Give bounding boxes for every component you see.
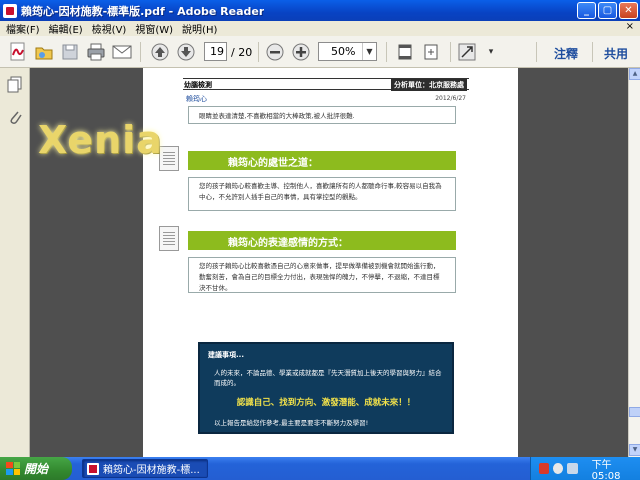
toolbar-separator [536, 42, 537, 62]
section-header-bar: 賴筠心的表達感情的方式： [188, 231, 456, 250]
clock: 下午 05:08 [591, 459, 621, 480]
zoom-select[interactable]: 50% ▼ [318, 42, 377, 61]
pdf-page: 幼腦檢測 分析單位：北京服務處 賴筠心 2012/6/27 眼睛並表達清楚,不喜… [143, 68, 518, 457]
start-label: 開始 [24, 462, 49, 476]
menu-view[interactable]: 檢視(V) [90, 21, 134, 36]
security-tray-icon[interactable] [553, 463, 564, 474]
page-total: / 20 [231, 46, 253, 59]
previous-page-icon[interactable] [148, 41, 172, 63]
section-title-2: 賴筠心的表達感情的方式： [228, 238, 348, 249]
comment-button[interactable]: 注釋 [554, 45, 578, 62]
advice-box: 建議事項... 人的未來，不論品德、學業或成就都是『先天潛質加上後天的學習與努力… [198, 342, 454, 434]
fit-page-icon[interactable] [420, 41, 442, 63]
system-tray: 下午 05:08 [530, 457, 640, 480]
volume-tray-icon[interactable] [567, 463, 578, 474]
toolbar-separator [592, 42, 593, 62]
fragment-text: 眼睛並表達清楚,不喜歡相當的大棒政策,被人批評很難. [199, 112, 355, 120]
menu-file[interactable]: 檔案(F) [4, 21, 47, 36]
taskbar-item-adobe-reader[interactable]: 賴筠心-因材施教-標... [82, 459, 208, 478]
section-text-2: 您的孩子賴筠心比較喜歡憑自己的心意來做事，提早做準備被到機會就開始進行動，勤奮刻… [199, 262, 440, 292]
scroll-down-icon[interactable]: ▼ [629, 444, 640, 456]
section-text-box-1: 您的孩子賴筠心較喜歡主導、控制他人，喜歡讓所有的人都聽命行事,較容易以自我為中心… [188, 177, 456, 211]
section-title-1: 賴筠心的處世之道： [228, 158, 318, 169]
section-text-box-2: 您的孩子賴筠心比較喜歡憑自己的心意來做事，提早做準備被到機會就開始進行動，勤奮刻… [188, 257, 456, 293]
section-header-bar: 賴筠心的處世之道： [188, 151, 456, 170]
report-header-bar: 幼腦檢測 分析單位：北京服務處 [183, 78, 469, 91]
page-number-input[interactable]: 19 [204, 42, 227, 61]
fit-width-icon[interactable] [394, 41, 416, 63]
document-viewport[interactable]: 幼腦檢測 分析單位：北京服務處 賴筠心 2012/6/27 眼睛並表達清楚,不喜… [30, 68, 628, 457]
scroll-thumb[interactable] [629, 407, 640, 417]
zoom-value: 50% [331, 45, 356, 58]
report-date: 2012/6/27 [435, 95, 466, 102]
menu-window[interactable]: 視窗(W) [133, 21, 180, 36]
adobe-reader-icon [3, 3, 17, 18]
toolbar-separator [258, 42, 259, 62]
window-title: 賴筠心-因材施教-標準版.pdf - Adobe Reader [21, 4, 265, 18]
windows-logo-icon [6, 462, 20, 475]
toolbar-options-icon[interactable]: ▾ [484, 41, 498, 63]
taskbar-item-label: 賴筠心-因材施教-標... [103, 465, 200, 476]
menu-close-document[interactable]: × [626, 21, 634, 32]
report-header-title: 幼腦檢測 [184, 81, 212, 89]
toolbar: 19 / 20 50% ▼ ▾ 注釋 共用 [0, 36, 640, 68]
full-screen-icon[interactable] [456, 41, 478, 63]
chevron-down-icon[interactable]: ▼ [362, 43, 376, 60]
text-box-fragment: 眼睛並表達清楚,不喜歡相當的大棒政策,被人批評很難. [188, 106, 456, 124]
advice-footer: 以上報告是給您作參考,最主要是要非不斷努力及學習! [214, 419, 369, 427]
scroll-up-icon[interactable]: ▲ [629, 68, 640, 80]
start-button[interactable]: 開始 [0, 457, 72, 480]
document-icon [159, 226, 179, 251]
minimize-button[interactable]: _ [577, 2, 596, 19]
report-header-unit: 分析單位：北京服務處 [391, 79, 467, 91]
title-bar: 賴筠心-因材施教-標準版.pdf - Adobe Reader _ ▢ ✕ [0, 0, 640, 21]
acrobat-tray-icon[interactable] [539, 463, 550, 474]
zoom-in-icon[interactable] [290, 41, 312, 63]
email-icon[interactable] [110, 41, 134, 63]
menu-bar: 檔案(F) 編輯(E) 檢視(V) 視窗(W) 說明(H) × [0, 21, 640, 36]
page-thumbnails-icon[interactable] [7, 76, 23, 94]
taskbar: 開始 賴筠心-因材施教-標... 下午 05:08 [0, 457, 640, 480]
menu-help[interactable]: 說明(H) [180, 21, 224, 36]
next-page-icon[interactable] [174, 41, 198, 63]
zoom-out-icon[interactable] [264, 41, 286, 63]
attachments-icon[interactable] [7, 108, 23, 126]
advice-title: 建議事項... [208, 351, 244, 359]
watermark-logo: Xenia [38, 118, 163, 162]
adobe-reader-icon [87, 462, 99, 475]
toolbar-separator [386, 42, 387, 62]
maximize-button[interactable]: ▢ [598, 2, 617, 19]
student-name: 賴筠心 [186, 95, 207, 103]
menu-edit[interactable]: 編輯(E) [47, 21, 90, 36]
advice-highlight: 認識自己、找到方向、激發潛能、成就未來！！ [236, 398, 416, 408]
toolbar-separator [450, 42, 451, 62]
create-pdf-icon[interactable] [6, 41, 30, 63]
section-text-1: 您的孩子賴筠心較喜歡主導、控制他人，喜歡讓所有的人都聽命行事,較容易以自我為中心… [199, 182, 442, 201]
save-icon[interactable] [58, 41, 82, 63]
close-button[interactable]: ✕ [619, 2, 638, 19]
advice-body: 人的未來，不論品德、學業或成就都是『先天潛質加上後天的學習與努力』結合而成的。 [214, 369, 442, 387]
navigation-panel [0, 68, 30, 457]
print-icon[interactable] [84, 41, 108, 63]
open-icon[interactable] [32, 41, 56, 63]
toolbar-separator [140, 42, 141, 62]
vertical-scrollbar[interactable]: ▲ ▼ [628, 68, 640, 457]
share-button[interactable]: 共用 [604, 45, 628, 62]
